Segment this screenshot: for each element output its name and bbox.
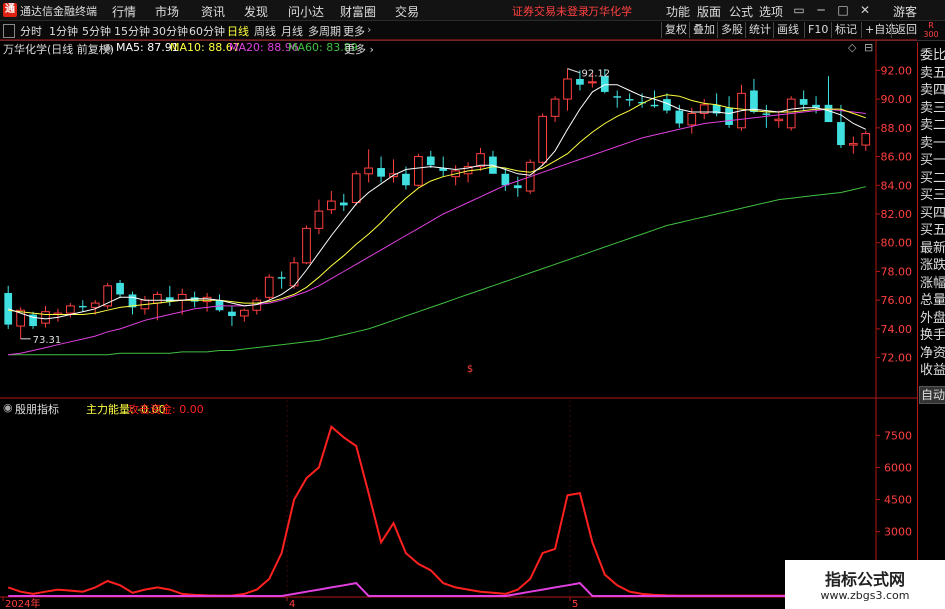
low-label: 73.31 bbox=[33, 335, 62, 346]
candle-body-down bbox=[277, 277, 286, 279]
candle-body-up bbox=[861, 133, 871, 146]
watermark: 指标公式网 www.zbgs3.com bbox=[785, 560, 945, 609]
price-tick-label: 88.00 bbox=[881, 122, 913, 135]
candle-body-down bbox=[402, 173, 410, 186]
indicator-tick-label: 3000 bbox=[884, 526, 912, 539]
candle-body-up bbox=[563, 78, 572, 100]
price-tick-label: 76.00 bbox=[881, 294, 913, 307]
candle-body-down bbox=[824, 104, 833, 123]
candle-body-up bbox=[774, 118, 784, 122]
date-tick-label: 5 bbox=[572, 599, 578, 609]
candle-body-up bbox=[414, 156, 423, 186]
candle-body-up bbox=[588, 81, 597, 84]
candle-body-up bbox=[327, 200, 336, 211]
candle-body-up bbox=[153, 293, 162, 304]
indicator-tick-label: 7500 bbox=[884, 429, 912, 442]
auto-button[interactable]: 自动 bbox=[919, 386, 945, 404]
date-tick-label: 2024年 bbox=[5, 597, 40, 609]
price-tick-label: 92.00 bbox=[881, 64, 913, 77]
watermark-title: 指标公式网 bbox=[824, 570, 905, 589]
candle-body-up bbox=[41, 311, 50, 324]
candle-body-up bbox=[351, 173, 361, 204]
chart-grid: $ bbox=[0, 39, 917, 598]
indicator-lines bbox=[7, 424, 866, 597]
r-num: 300 bbox=[923, 30, 939, 39]
candle-body-up bbox=[240, 309, 249, 317]
candle-body-down bbox=[339, 202, 348, 206]
candle-body-down bbox=[725, 107, 733, 125]
candle-body-up bbox=[849, 143, 858, 146]
price-tick-label: 86.00 bbox=[881, 151, 913, 164]
candle-body-down bbox=[799, 99, 808, 105]
candle-body-up bbox=[364, 167, 373, 175]
candle-body-up bbox=[538, 115, 547, 163]
candle-body-down bbox=[426, 156, 435, 166]
candle-body-down bbox=[625, 99, 634, 101]
candle-body-down bbox=[650, 104, 659, 107]
axis-labels: 92.00 90.00 88.00 86.00 84.00 82.00 80.00 78.00… bbox=[2, 64, 913, 609]
candle-body-down bbox=[762, 113, 771, 115]
r-label: R bbox=[928, 21, 934, 30]
indicator-series-line bbox=[8, 582, 866, 597]
candle-body-down bbox=[377, 168, 385, 177]
high-pointer bbox=[567, 68, 580, 74]
ma20-line bbox=[8, 108, 866, 356]
candle-body-down bbox=[513, 185, 522, 189]
date-tick-label: 4 bbox=[289, 599, 295, 609]
price-tick-label: 72.00 bbox=[881, 352, 913, 365]
price-tick-label: 84.00 bbox=[881, 179, 913, 192]
candle-body-up bbox=[302, 227, 311, 264]
r300-badge[interactable]: R 300 bbox=[919, 21, 943, 41]
side-item-18: 收益 bbox=[920, 363, 945, 378]
candle-body-down bbox=[228, 311, 236, 316]
candle-body-up bbox=[90, 302, 100, 308]
price-tick-label: 82.00 bbox=[881, 208, 913, 221]
candle-body-down bbox=[116, 282, 124, 295]
candle-body-up bbox=[66, 305, 75, 314]
candle-body-down bbox=[78, 305, 87, 308]
candle-body-down bbox=[675, 110, 684, 124]
candle-body-down bbox=[613, 96, 622, 98]
kline-chart[interactable]: $ 92.12 73.31 92.00 90.00 88.00 86.00 84.00 82… bbox=[0, 0, 945, 609]
candle-body-up bbox=[264, 276, 274, 298]
ma60-line bbox=[8, 186, 866, 356]
candle-body-down bbox=[576, 78, 584, 85]
price-tick-label: 78.00 bbox=[881, 265, 913, 278]
watermark-url: www.zbgs3.com bbox=[820, 589, 910, 602]
candle-body-up bbox=[687, 112, 697, 126]
price-tick-label: 74.00 bbox=[881, 323, 913, 336]
indicator-series-line bbox=[7, 424, 866, 597]
ma-lines: 92.12 73.31 bbox=[8, 68, 867, 356]
candle-body-up bbox=[550, 98, 560, 117]
indicator-tick-label: 6000 bbox=[884, 461, 912, 474]
candle-body-up bbox=[314, 210, 324, 229]
scroll-marker: $ bbox=[467, 364, 473, 375]
price-tick-label: 80.00 bbox=[881, 237, 913, 250]
quote-side-panel: 委比 卖五 卖四 卖三 卖二 卖一 买一 买二 买三 买四 买五 最新 涨跌 涨幅 总量 外盘 换手 净资 收益 自… bbox=[917, 42, 945, 609]
candle-body-down bbox=[837, 122, 845, 146]
candle-body-up bbox=[177, 293, 187, 301]
candle-body-up bbox=[476, 153, 485, 168]
indicator-tick-label: 4500 bbox=[884, 494, 912, 507]
candle-body-down bbox=[215, 300, 224, 311]
candle-body-down bbox=[501, 173, 510, 186]
price-tick-label: 90.00 bbox=[881, 93, 913, 106]
high-label: 92.12 bbox=[582, 69, 611, 80]
